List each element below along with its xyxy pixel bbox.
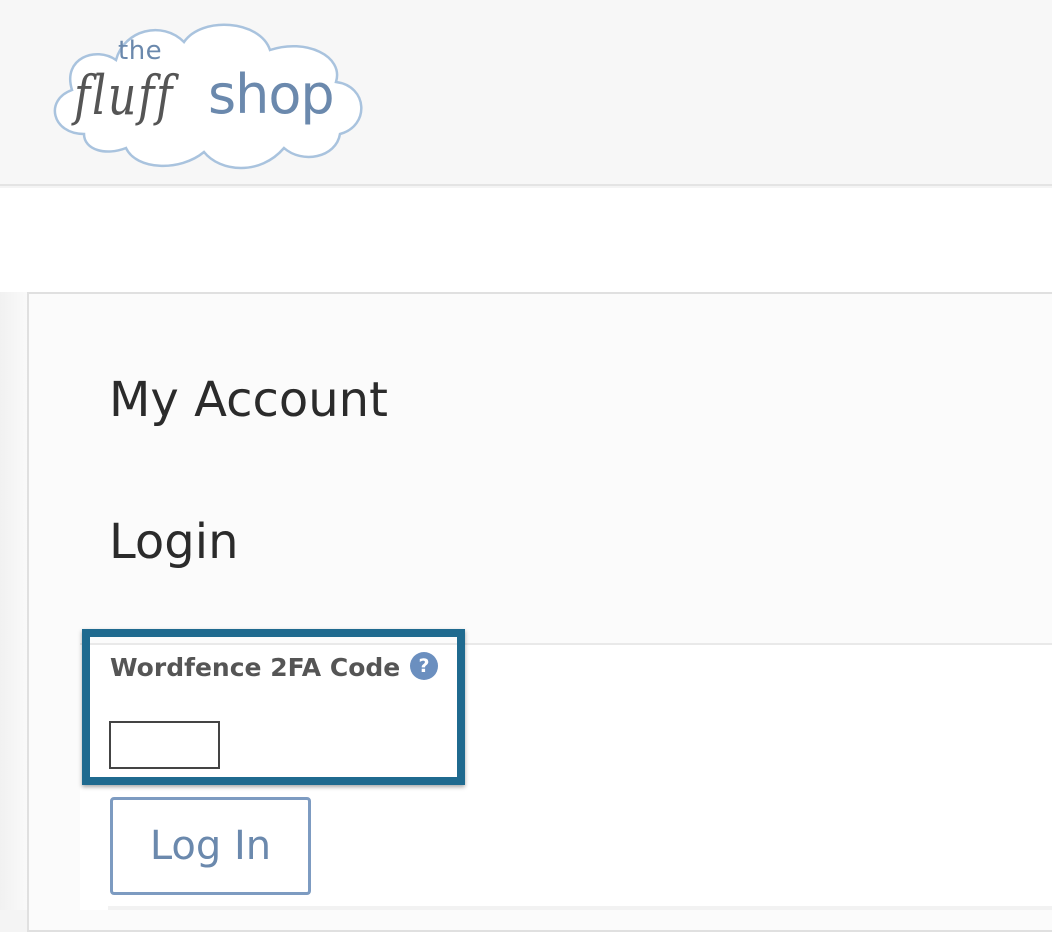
logo-the-text: the <box>118 36 163 66</box>
highlight-annotation <box>82 629 465 785</box>
page-gutter <box>0 292 28 910</box>
log-in-button[interactable]: Log In <box>110 797 311 895</box>
login-heading: Login <box>109 514 239 570</box>
logo-fluff-text: fluff <box>74 64 175 127</box>
bottom-rule <box>108 906 1052 910</box>
page-title: My Account <box>109 372 388 428</box>
logo-shop-text: shop <box>208 63 335 126</box>
site-header: the fluff shop <box>0 0 1052 186</box>
site-logo[interactable]: the fluff shop <box>44 16 370 174</box>
